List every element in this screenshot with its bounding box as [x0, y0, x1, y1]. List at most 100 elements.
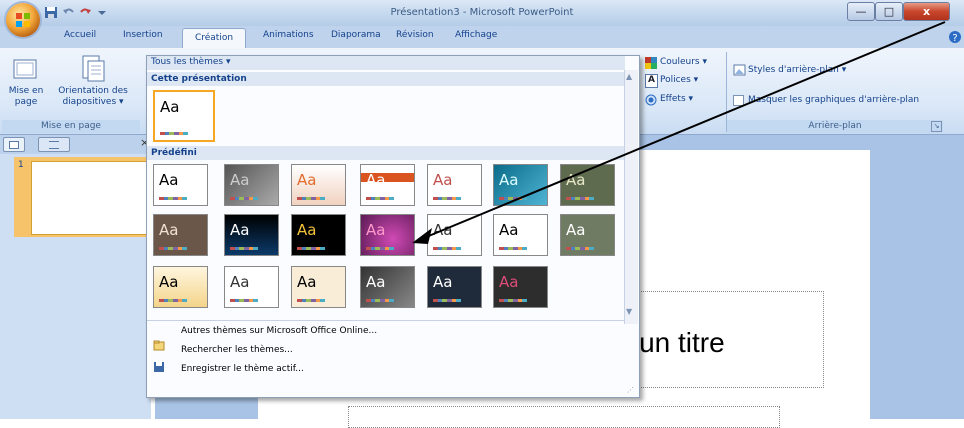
- theme-thumbnail[interactable]: Aa: [153, 214, 208, 256]
- theme-color-swatches: [433, 299, 462, 302]
- theme-thumbnail[interactable]: Aa: [427, 266, 482, 308]
- fonts-icon: A: [645, 74, 658, 88]
- orientation-button[interactable]: Orientation des diapositives ▾: [47, 52, 139, 118]
- theme-thumbnail[interactable]: Aa: [360, 214, 415, 256]
- tab-accueil[interactable]: Accueil: [64, 30, 96, 46]
- help-icon[interactable]: ?: [948, 30, 962, 44]
- resize-grip-icon[interactable]: ⋰: [627, 386, 635, 394]
- menu-search-themes[interactable]: Rechercher les thèmes...: [181, 342, 293, 358]
- theme-color-swatches: [159, 299, 188, 302]
- close-button[interactable]: x: [903, 2, 950, 21]
- theme-thumbnail[interactable]: Aa: [427, 214, 482, 256]
- theme-color-swatches: [499, 299, 528, 302]
- background-styles-label: Styles d'arrière-plan ▾: [748, 65, 847, 75]
- section-this-presentation: Cette présentation: [147, 72, 625, 86]
- background-dialog-launcher-icon[interactable]: ↘: [931, 121, 942, 132]
- orientation-label-1: Orientation des: [58, 86, 128, 96]
- slides-tab-icon: [9, 141, 19, 149]
- theme-sample-text: Aa: [566, 171, 586, 189]
- theme-colors-button[interactable]: Couleurs ▾: [645, 56, 725, 70]
- outline-tab-icon: [49, 141, 59, 149]
- theme-color-swatches: [297, 197, 326, 200]
- theme-sample-text: Aa: [433, 221, 453, 239]
- theme-sample-text: Aa: [499, 273, 519, 291]
- hide-background-graphics-label: Masquer les graphiques d'arrière-plan: [748, 95, 920, 105]
- menu-more-themes-online[interactable]: Autres thèmes sur Microsoft Office Onlin…: [181, 323, 377, 339]
- theme-color-swatches: [566, 197, 595, 200]
- tab-outline[interactable]: [38, 137, 70, 152]
- theme-thumbnail[interactable]: Aa: [224, 164, 279, 206]
- save-icon[interactable]: [44, 6, 58, 19]
- theme-color-swatches: [230, 299, 259, 302]
- theme-thumbnail[interactable]: Aa: [224, 266, 279, 308]
- tab-revision[interactable]: Révision: [396, 30, 434, 46]
- theme-fonts-button[interactable]: A Polices ▾: [645, 74, 725, 88]
- theme-sample-text: Aa: [499, 221, 519, 239]
- theme-thumbnail[interactable]: Aa: [291, 214, 346, 256]
- office-logo-icon: [16, 13, 30, 27]
- page-setup-label-2: page: [14, 97, 38, 107]
- theme-color-swatches: [159, 247, 188, 250]
- svg-text:?: ?: [952, 33, 957, 44]
- theme-sample-text: Aa: [160, 98, 180, 116]
- background-styles-button[interactable]: Styles d'arrière-plan ▾: [733, 64, 853, 78]
- tab-slides[interactable]: [3, 137, 25, 152]
- section-builtin: Prédéfini: [147, 146, 625, 160]
- theme-sample-text: Aa: [297, 273, 317, 291]
- slide-thumbnail[interactable]: [31, 161, 147, 235]
- current-theme-thumbnail[interactable]: Aa: [153, 90, 215, 142]
- theme-thumbnail[interactable]: Aa: [560, 214, 615, 256]
- maximize-button[interactable]: □: [875, 2, 903, 21]
- checkbox-box: [733, 95, 744, 106]
- theme-thumbnail[interactable]: Aa: [493, 164, 548, 206]
- theme-color-swatches: [297, 299, 326, 302]
- redo-icon[interactable]: [78, 6, 92, 19]
- theme-sample-text: Aa: [159, 171, 179, 189]
- theme-sample-text: Aa: [366, 273, 386, 291]
- theme-sample-text: Aa: [366, 171, 386, 189]
- theme-color-swatches: [230, 197, 259, 200]
- theme-sample-text: Aa: [366, 221, 386, 239]
- undo-icon[interactable]: [62, 6, 76, 19]
- all-themes-dropdown[interactable]: Tous les thèmes ▾: [151, 57, 230, 67]
- theme-color-swatches: [297, 247, 326, 250]
- tab-insertion[interactable]: Insertion: [123, 30, 163, 46]
- page-setup-icon: [13, 59, 37, 79]
- theme-color-swatches: [230, 247, 259, 250]
- theme-thumbnail[interactable]: Aa: [291, 266, 346, 308]
- hide-background-graphics-checkbox[interactable]: Masquer les graphiques d'arrière-plan: [733, 94, 938, 108]
- theme-thumbnail[interactable]: Aa: [360, 266, 415, 308]
- theme-color-swatches: [499, 247, 528, 250]
- theme-effects-label: Effets ▾: [660, 94, 694, 104]
- theme-thumbnail[interactable]: Aa: [153, 164, 208, 206]
- theme-color-swatches: [159, 197, 188, 200]
- customize-qat-icon[interactable]: [95, 6, 109, 19]
- gallery-divider: [147, 320, 625, 321]
- page-setup-group-label: Mise en page: [2, 120, 140, 133]
- theme-effects-button[interactable]: Effets ▾: [645, 93, 725, 107]
- menu-save-current-theme[interactable]: Enregistrer le thème actif...: [181, 361, 304, 377]
- subtitle-placeholder[interactable]: [348, 406, 780, 428]
- theme-fonts-label: Polices ▾: [660, 75, 699, 85]
- page-setup-button[interactable]: Mise en page: [4, 52, 44, 118]
- scroll-down-icon[interactable]: ▼: [626, 307, 635, 316]
- tab-animations[interactable]: Animations: [263, 30, 314, 46]
- theme-thumbnail[interactable]: Aa: [291, 164, 346, 206]
- theme-thumbnail[interactable]: Aa: [493, 214, 548, 256]
- theme-thumbnail[interactable]: Aa: [427, 164, 482, 206]
- tab-affichage[interactable]: Affichage: [455, 30, 497, 46]
- theme-thumbnail[interactable]: Aa: [224, 214, 279, 256]
- scroll-up-icon[interactable]: ▲: [626, 72, 635, 81]
- gallery-scrollbar[interactable]: [624, 70, 638, 324]
- theme-thumbnail[interactable]: Aa: [493, 266, 548, 308]
- window-title: Présentation3 - Microsoft PowerPoint: [390, 7, 574, 18]
- office-button[interactable]: [6, 3, 40, 37]
- theme-thumbnail[interactable]: Aa: [153, 266, 208, 308]
- theme-color-swatches: [566, 247, 595, 250]
- theme-thumbnail[interactable]: Aa: [560, 164, 615, 206]
- tab-diaporama[interactable]: Diaporama: [331, 30, 381, 46]
- tab-creation[interactable]: Création: [182, 28, 246, 49]
- theme-thumbnail[interactable]: Aa: [360, 164, 415, 206]
- minimize-button[interactable]: —: [847, 2, 875, 21]
- page-setup-label-1: Mise en: [8, 86, 44, 96]
